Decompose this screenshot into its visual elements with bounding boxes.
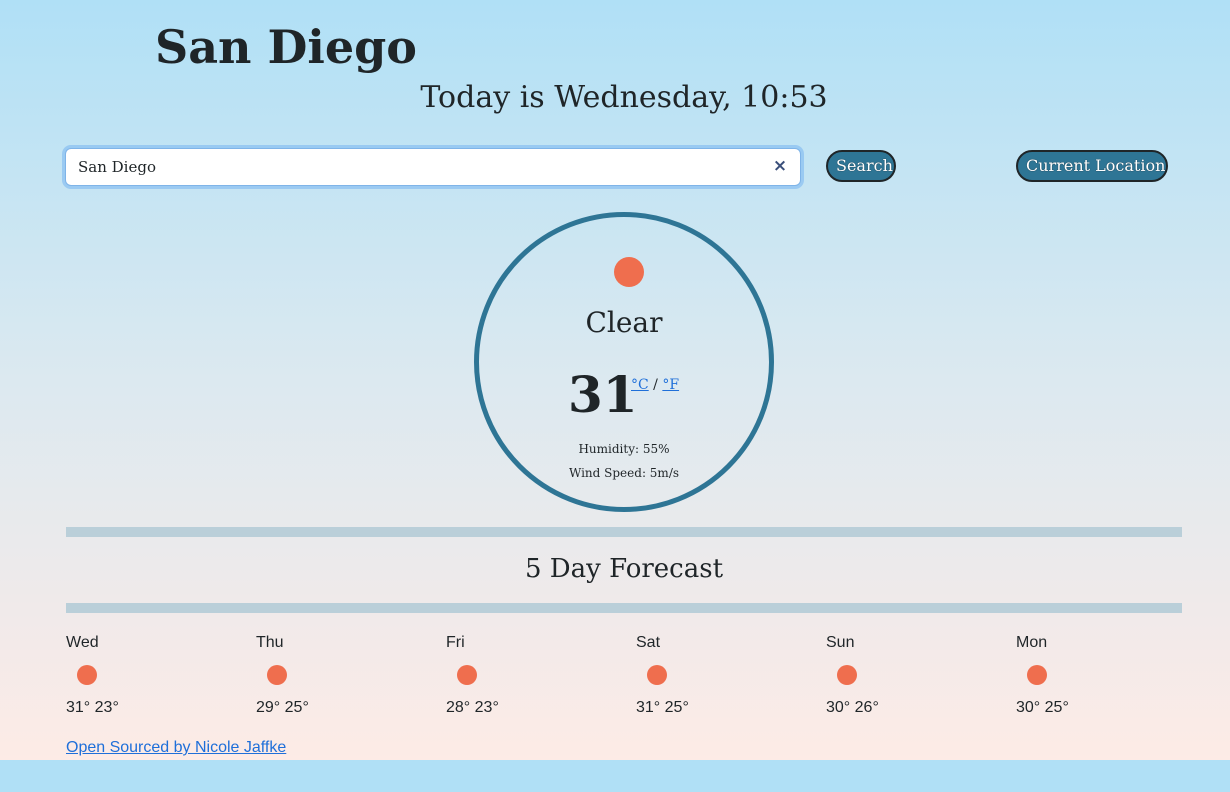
sun-icon bbox=[267, 665, 287, 685]
city-title: San Diego bbox=[155, 20, 417, 74]
weather-condition: Clear bbox=[585, 306, 663, 339]
search-input[interactable] bbox=[78, 149, 758, 184]
forecast-title: 5 Day Forecast bbox=[524, 554, 724, 584]
sun-icon bbox=[77, 665, 97, 685]
source-credit-link[interactable]: Open Sourced by Nicole Jaffke bbox=[66, 738, 286, 758]
sun-icon bbox=[614, 257, 644, 287]
sun-icon bbox=[647, 665, 667, 685]
forecast-temps: 31° 23° bbox=[66, 699, 119, 716]
forecast-temps: 30° 26° bbox=[826, 699, 879, 716]
forecast-day: Wed 31° 23° bbox=[66, 630, 246, 730]
forecast-day: Sun 30° 26° bbox=[826, 630, 1006, 730]
forecast-day: Sat 31° 25° bbox=[636, 630, 816, 730]
forecast-temps: 31° 25° bbox=[636, 699, 689, 716]
unit-toggle: °C / °F bbox=[631, 376, 679, 394]
forecast-day: Thu 29° 25° bbox=[256, 630, 436, 730]
wind-speed-text: Wind Speed: 5m/s bbox=[568, 466, 680, 480]
forecast-temps: 28° 23° bbox=[446, 699, 499, 716]
forecast-day-name: Fri bbox=[446, 634, 465, 651]
forecast-day-name: Mon bbox=[1016, 634, 1048, 651]
forecast-day-name: Sun bbox=[826, 634, 855, 651]
unit-separator: / bbox=[653, 377, 658, 393]
celsius-link[interactable]: °C bbox=[631, 377, 649, 393]
fahrenheit-link[interactable]: °F bbox=[662, 377, 679, 393]
forecast-day: Fri 28° 23° bbox=[446, 630, 626, 730]
sun-icon bbox=[837, 665, 857, 685]
forecast-temps: 30° 25° bbox=[1016, 699, 1069, 716]
forecast-day: Mon 30° 25° bbox=[1016, 630, 1196, 730]
forecast-day-name: Wed bbox=[66, 634, 99, 651]
search-box: × bbox=[65, 148, 801, 186]
current-temperature: 31 bbox=[568, 365, 638, 424]
weather-app: San Diego Today is Wednesday, 10:53 × Se… bbox=[0, 0, 1230, 760]
sun-icon bbox=[1027, 665, 1047, 685]
forecast-day-name: Thu bbox=[256, 634, 284, 651]
humidity-text: Humidity: 55% bbox=[578, 442, 670, 456]
date-line: Today is Wednesday, 10:53 bbox=[420, 80, 828, 115]
divider bbox=[66, 527, 1182, 537]
forecast-day-name: Sat bbox=[636, 634, 661, 651]
search-button[interactable]: Search bbox=[826, 150, 896, 182]
forecast-temps: 29° 25° bbox=[256, 699, 309, 716]
sun-icon bbox=[457, 665, 477, 685]
current-weather-card: Clear 31 °C / °F Humidity: 55% Wind Spee… bbox=[474, 212, 774, 512]
forecast-row: Wed 31° 23° Thu 29° 25° Fri 28° 23° Sat … bbox=[66, 630, 1206, 730]
clear-search-icon[interactable]: × bbox=[772, 158, 788, 175]
divider bbox=[66, 603, 1182, 613]
current-location-button[interactable]: Current Location bbox=[1016, 150, 1168, 182]
